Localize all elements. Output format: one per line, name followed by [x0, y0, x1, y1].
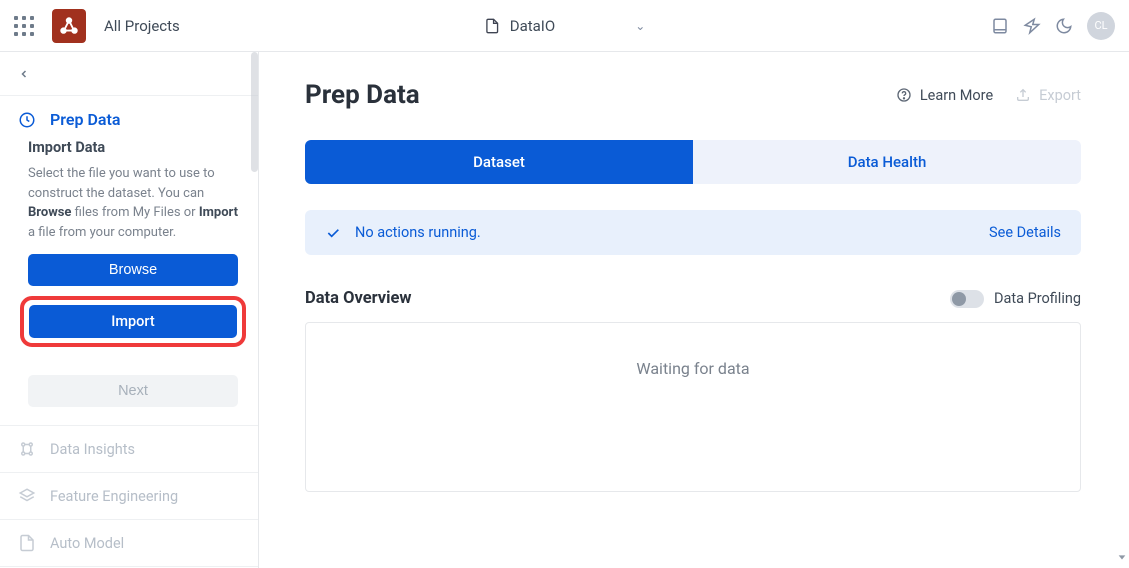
dark-mode-icon[interactable] — [1055, 17, 1073, 35]
notifications-icon[interactable] — [1023, 17, 1041, 35]
learn-more-label: Learn More — [920, 87, 993, 104]
sidebar-back-button[interactable] — [0, 52, 258, 96]
import-button[interactable]: Import — [29, 305, 237, 338]
sidebar-step-label: Prep Data — [50, 110, 120, 129]
panel-icon[interactable] — [991, 17, 1009, 35]
clock-icon — [18, 111, 36, 129]
sidebar-item-label: Feature Engineering — [50, 488, 178, 505]
page-title: Prep Data — [305, 80, 420, 110]
status-text: No actions running. — [355, 224, 481, 241]
insights-icon — [18, 440, 36, 458]
tab-dataset[interactable]: Dataset — [305, 140, 693, 184]
data-overview-box: Waiting for data — [305, 322, 1081, 492]
overview-title: Data Overview — [305, 289, 412, 308]
check-icon — [325, 225, 341, 241]
browse-button[interactable]: Browse — [28, 254, 238, 286]
export-label: Export — [1039, 87, 1081, 104]
tab-data-health[interactable]: Data Health — [693, 140, 1081, 184]
document-icon — [18, 534, 36, 552]
sidebar-item-data-insights[interactable]: Data Insights — [0, 426, 258, 473]
data-profiling-control: Data Profiling — [950, 290, 1081, 308]
top-right-actions: CL — [991, 12, 1115, 40]
sidebar-item-auto-model[interactable]: Auto Model — [0, 520, 258, 567]
main-panel: Prep Data Learn More Export Dataset Data… — [259, 52, 1129, 568]
next-button: Next — [28, 375, 238, 407]
document-icon — [484, 18, 500, 34]
tabs: Dataset Data Health — [305, 140, 1081, 184]
avatar[interactable]: CL — [1087, 12, 1115, 40]
status-bar: No actions running. See Details — [305, 210, 1081, 255]
sidebar-item-feature-engineering[interactable]: Feature Engineering — [0, 473, 258, 520]
export-icon — [1015, 87, 1031, 103]
sidebar-step-prep-data[interactable]: Prep Data — [0, 96, 258, 139]
sidebar-section-title: Import Data — [28, 139, 238, 156]
layers-icon — [18, 487, 36, 505]
project-name: DataIO — [510, 17, 555, 35]
waiting-text: Waiting for data — [636, 359, 749, 378]
sidebar-item-label: Auto Model — [50, 535, 124, 552]
sidebar-import-section: Import Data Select the file you want to … — [0, 139, 258, 425]
data-profiling-label: Data Profiling — [994, 290, 1081, 307]
all-projects-link[interactable]: All Projects — [104, 17, 180, 35]
data-profiling-toggle[interactable] — [950, 290, 984, 308]
scroll-down-icon[interactable] — [1117, 550, 1127, 564]
sidebar: Prep Data Import Data Select the file yo… — [0, 52, 259, 568]
brand-logo[interactable] — [52, 9, 86, 43]
chevron-down-icon: ⌄ — [635, 19, 645, 33]
sidebar-item-label: Data Insights — [50, 441, 135, 458]
project-selector[interactable]: DataIO ⌄ — [484, 17, 646, 35]
sidebar-help-text: Select the file you want to use to const… — [28, 164, 238, 242]
help-icon — [896, 87, 912, 103]
export-link: Export — [1015, 87, 1081, 104]
learn-more-link[interactable]: Learn More — [896, 87, 993, 104]
import-button-highlight: Import — [20, 296, 246, 347]
top-nav: All Projects DataIO ⌄ CL — [0, 0, 1129, 52]
see-details-link[interactable]: See Details — [989, 224, 1061, 241]
apps-menu-icon[interactable] — [14, 16, 34, 36]
